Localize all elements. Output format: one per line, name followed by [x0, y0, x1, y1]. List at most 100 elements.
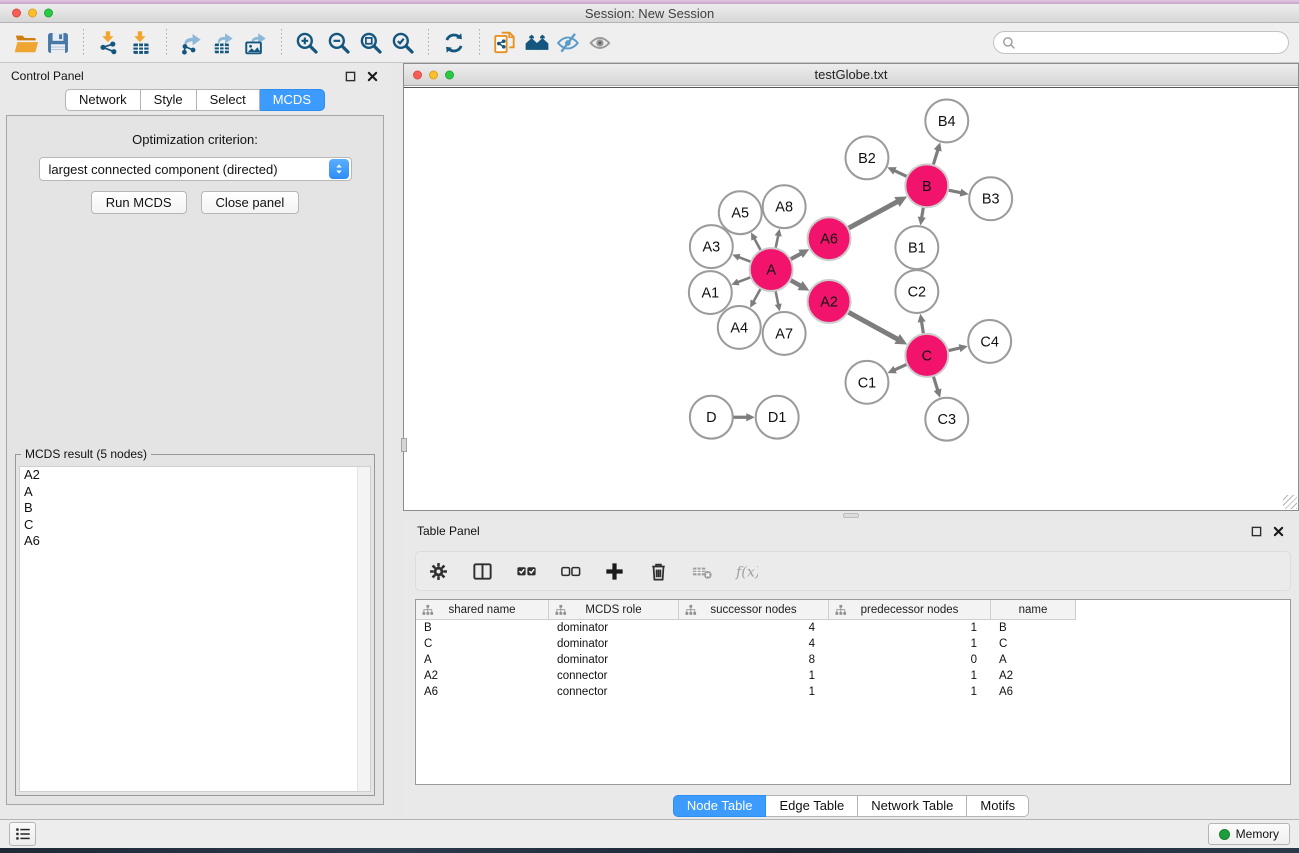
zoom-window-button[interactable] — [44, 9, 53, 18]
select-all-columns-icon[interactable] — [512, 557, 540, 585]
graph-node-B3[interactable]: B3 — [969, 177, 1012, 220]
eye-slash-icon[interactable] — [553, 27, 585, 59]
graph-node-C2[interactable]: C2 — [895, 270, 938, 313]
network-minimize-button[interactable] — [429, 70, 438, 79]
close-window-button[interactable] — [12, 9, 21, 18]
graph-node-B4[interactable]: B4 — [925, 99, 968, 142]
export-network-icon[interactable] — [176, 27, 208, 59]
tab-motifs[interactable]: Motifs — [967, 795, 1029, 817]
splitter-grip[interactable] — [401, 438, 407, 452]
float-panel-icon[interactable] — [344, 70, 357, 83]
control-panel-header: Control Panel — [0, 63, 390, 89]
table-settings-icon[interactable] — [424, 557, 452, 585]
result-list-scrollbar[interactable] — [357, 467, 370, 791]
resize-grip-icon[interactable] — [1283, 495, 1297, 509]
graph-node-B1[interactable]: B1 — [895, 226, 938, 269]
tab-mcds[interactable]: MCDS — [260, 89, 325, 111]
control-panel-tabs: NetworkStyleSelectMCDS — [0, 89, 390, 111]
unselect-all-columns-icon[interactable] — [556, 557, 584, 585]
eye-icon[interactable] — [585, 27, 617, 59]
refresh-network-icon[interactable] — [438, 27, 470, 59]
graph-node-C[interactable]: C — [905, 334, 948, 377]
graph-node-B[interactable]: B — [905, 164, 948, 207]
graph-edge — [846, 311, 898, 340]
mcds-result-item[interactable]: A — [20, 484, 370, 501]
graph-node-A6[interactable]: A6 — [808, 217, 851, 260]
tab-node-table[interactable]: Node Table — [673, 795, 767, 817]
graph-node-A8[interactable]: A8 — [763, 185, 806, 228]
export-table-icon[interactable] — [208, 27, 240, 59]
run-mcds-button[interactable]: Run MCDS — [91, 191, 187, 214]
criterion-dropdown[interactable]: largest connected component (directed) — [39, 157, 352, 181]
duplicate-network-icon[interactable] — [489, 27, 521, 59]
import-network-icon[interactable] — [93, 27, 125, 59]
table-row[interactable]: A2connector11A2 — [416, 668, 1290, 684]
graph-node-B2[interactable]: B2 — [846, 136, 889, 179]
close-panel-icon[interactable] — [366, 70, 379, 83]
minimize-window-button[interactable] — [28, 9, 37, 18]
graph-node-D1[interactable]: D1 — [756, 396, 799, 439]
table-cell: 1 — [829, 638, 991, 650]
column-header-successor-nodes[interactable]: successor nodes — [679, 600, 829, 620]
tab-style[interactable]: Style — [141, 89, 197, 111]
tab-edge-table[interactable]: Edge Table — [766, 795, 858, 817]
mcds-result-item[interactable]: A2 — [20, 467, 370, 484]
svg-text:B3: B3 — [982, 192, 1000, 208]
column-header-shared-name[interactable]: shared name — [416, 600, 549, 620]
table-float-panel-icon[interactable] — [1250, 525, 1263, 538]
column-header-predecessor-nodes[interactable]: predecessor nodes — [829, 600, 991, 620]
table-cell: connector — [549, 670, 679, 682]
graph-node-C1[interactable]: C1 — [846, 361, 889, 404]
mcds-result-item[interactable]: C — [20, 517, 370, 534]
save-session-icon[interactable] — [42, 27, 74, 59]
export-image-icon[interactable] — [240, 27, 272, 59]
graph-node-A[interactable]: A — [750, 248, 793, 291]
table-cell: dominator — [549, 638, 679, 650]
graph-node-A2[interactable]: A2 — [808, 280, 851, 323]
table-row[interactable]: Cdominator41C — [416, 636, 1290, 652]
graph-node-A4[interactable]: A4 — [718, 306, 761, 349]
close-panel-button[interactable]: Close panel — [201, 191, 300, 214]
tab-network[interactable]: Network — [65, 89, 141, 111]
split-view-icon[interactable] — [468, 557, 496, 585]
table-row[interactable]: A6connector11A6 — [416, 684, 1290, 700]
zoom-out-icon[interactable] — [323, 27, 355, 59]
add-column-icon[interactable] — [600, 557, 628, 585]
graph-node-A7[interactable]: A7 — [763, 312, 806, 355]
zoom-fit-icon[interactable] — [355, 27, 387, 59]
window-title: Session: New Session — [585, 6, 714, 21]
delete-table-icon — [688, 557, 716, 585]
zoom-in-icon[interactable] — [291, 27, 323, 59]
import-table-icon[interactable] — [125, 27, 157, 59]
table-row[interactable]: Adominator80A — [416, 652, 1290, 668]
zoom-selected-icon[interactable] — [387, 27, 419, 59]
graph-node-D[interactable]: D — [690, 396, 733, 439]
attribute-icon — [835, 604, 847, 616]
tab-select[interactable]: Select — [197, 89, 260, 111]
network-close-button[interactable] — [413, 70, 422, 79]
graph-node-A5[interactable]: A5 — [719, 191, 762, 234]
table-row[interactable]: Bdominator41B — [416, 620, 1290, 636]
column-header-MCDS-role[interactable]: MCDS role — [549, 600, 679, 620]
graph-node-A1[interactable]: A1 — [689, 271, 732, 314]
memory-button[interactable]: Memory — [1208, 823, 1290, 845]
table-close-panel-icon[interactable] — [1272, 525, 1285, 538]
network-zoom-button[interactable] — [445, 70, 454, 79]
table-cell: 8 — [679, 654, 829, 666]
svg-text:C1: C1 — [858, 375, 876, 391]
column-header-name[interactable]: name — [991, 600, 1076, 620]
graph-node-A3[interactable]: A3 — [690, 225, 733, 268]
graph-node-C4[interactable]: C4 — [968, 320, 1011, 363]
dropdown-stepper-icon — [329, 159, 349, 179]
network-canvas[interactable]: B4 B2 B B3 A8A5 A6 A3 B1 A C2 A1 A2 A4A7 C4 C C1 C3 D D1 — [404, 87, 1298, 510]
horizontal-divider[interactable] — [403, 512, 1299, 519]
mcds-result-item[interactable]: B — [20, 500, 370, 517]
tab-network-table[interactable]: Network Table — [858, 795, 967, 817]
search-input[interactable] — [1021, 36, 1280, 50]
open-file-icon[interactable] — [10, 27, 42, 59]
task-history-button[interactable] — [9, 822, 36, 846]
delete-columns-icon[interactable] — [644, 557, 672, 585]
mcds-result-item[interactable]: A6 — [20, 533, 370, 550]
graph-node-C3[interactable]: C3 — [925, 398, 968, 441]
houses-icon[interactable] — [521, 27, 553, 59]
